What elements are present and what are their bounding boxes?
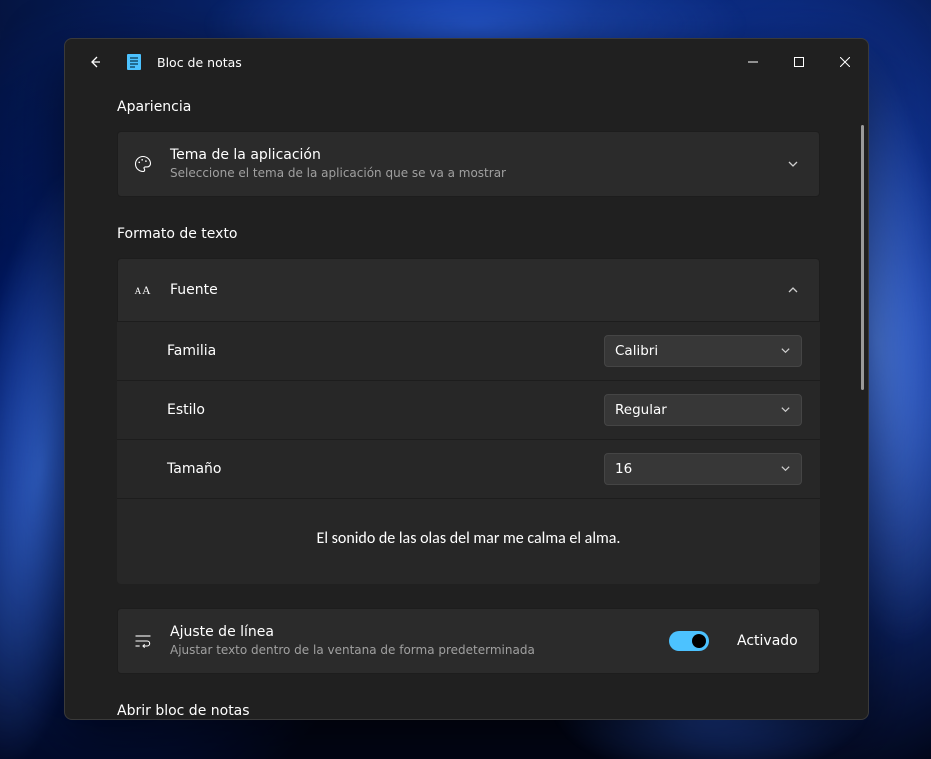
svg-text:A: A: [142, 284, 151, 297]
maximize-button[interactable]: [776, 46, 822, 78]
titlebar: Bloc de notas: [65, 39, 868, 85]
wrap-state-label: Activado: [737, 633, 801, 649]
notepad-app-icon: [125, 53, 143, 71]
chevron-up-icon: [785, 284, 801, 296]
settings-scroll-area[interactable]: Apariencia Tema de la aplicación Selecci…: [65, 85, 858, 719]
font-size-row: Tamaño 16: [117, 440, 820, 498]
chevron-down-icon: [785, 158, 801, 170]
font-family-row: Familia Calibri: [117, 322, 820, 380]
wrap-label: Ajuste de línea: [170, 623, 653, 641]
maximize-icon: [794, 57, 804, 67]
font-style-row: Estilo Regular: [117, 381, 820, 439]
theme-desc: Seleccione el tema de la aplicación que …: [170, 166, 769, 182]
palette-icon: [132, 154, 154, 174]
section-title-open-notepad: Abrir bloc de notas: [117, 703, 820, 719]
word-wrap-card: Ajuste de línea Ajustar texto dentro de …: [117, 608, 820, 674]
font-family-select[interactable]: Calibri: [604, 335, 802, 367]
window-title: Bloc de notas: [157, 55, 242, 70]
section-title-text-format: Formato de texto: [117, 226, 820, 242]
theme-label: Tema de la aplicación: [170, 146, 769, 164]
font-label: Fuente: [170, 281, 769, 299]
wrap-toggle[interactable]: [669, 631, 709, 651]
chevron-down-icon: [780, 463, 791, 474]
font-style-select[interactable]: Regular: [604, 394, 802, 426]
back-arrow-icon: [87, 54, 103, 70]
font-size-label: Tamaño: [167, 461, 604, 477]
wrap-icon: [132, 631, 154, 651]
chevron-down-icon: [780, 404, 791, 415]
theme-expander[interactable]: Tema de la aplicación Seleccione el tema…: [117, 131, 820, 197]
font-preview: El sonido de las olas del mar me calma e…: [117, 499, 820, 584]
font-style-label: Estilo: [167, 402, 604, 418]
font-expander[interactable]: AA Fuente: [117, 258, 820, 322]
chevron-down-icon: [780, 345, 791, 356]
close-icon: [840, 57, 850, 67]
font-size-select[interactable]: 16: [604, 453, 802, 485]
back-button[interactable]: [79, 46, 111, 78]
svg-text:A: A: [135, 286, 142, 296]
font-family-label: Familia: [167, 343, 604, 359]
section-title-appearance: Apariencia: [117, 99, 820, 115]
notepad-settings-window: Bloc de notas Apariencia: [64, 38, 869, 720]
minimize-button[interactable]: [730, 46, 776, 78]
wrap-desc: Ajustar texto dentro de la ventana de fo…: [170, 643, 653, 659]
scrollbar-thumb[interactable]: [861, 125, 864, 390]
close-button[interactable]: [822, 46, 868, 78]
minimize-icon: [748, 57, 758, 67]
font-icon: AA: [132, 280, 154, 300]
